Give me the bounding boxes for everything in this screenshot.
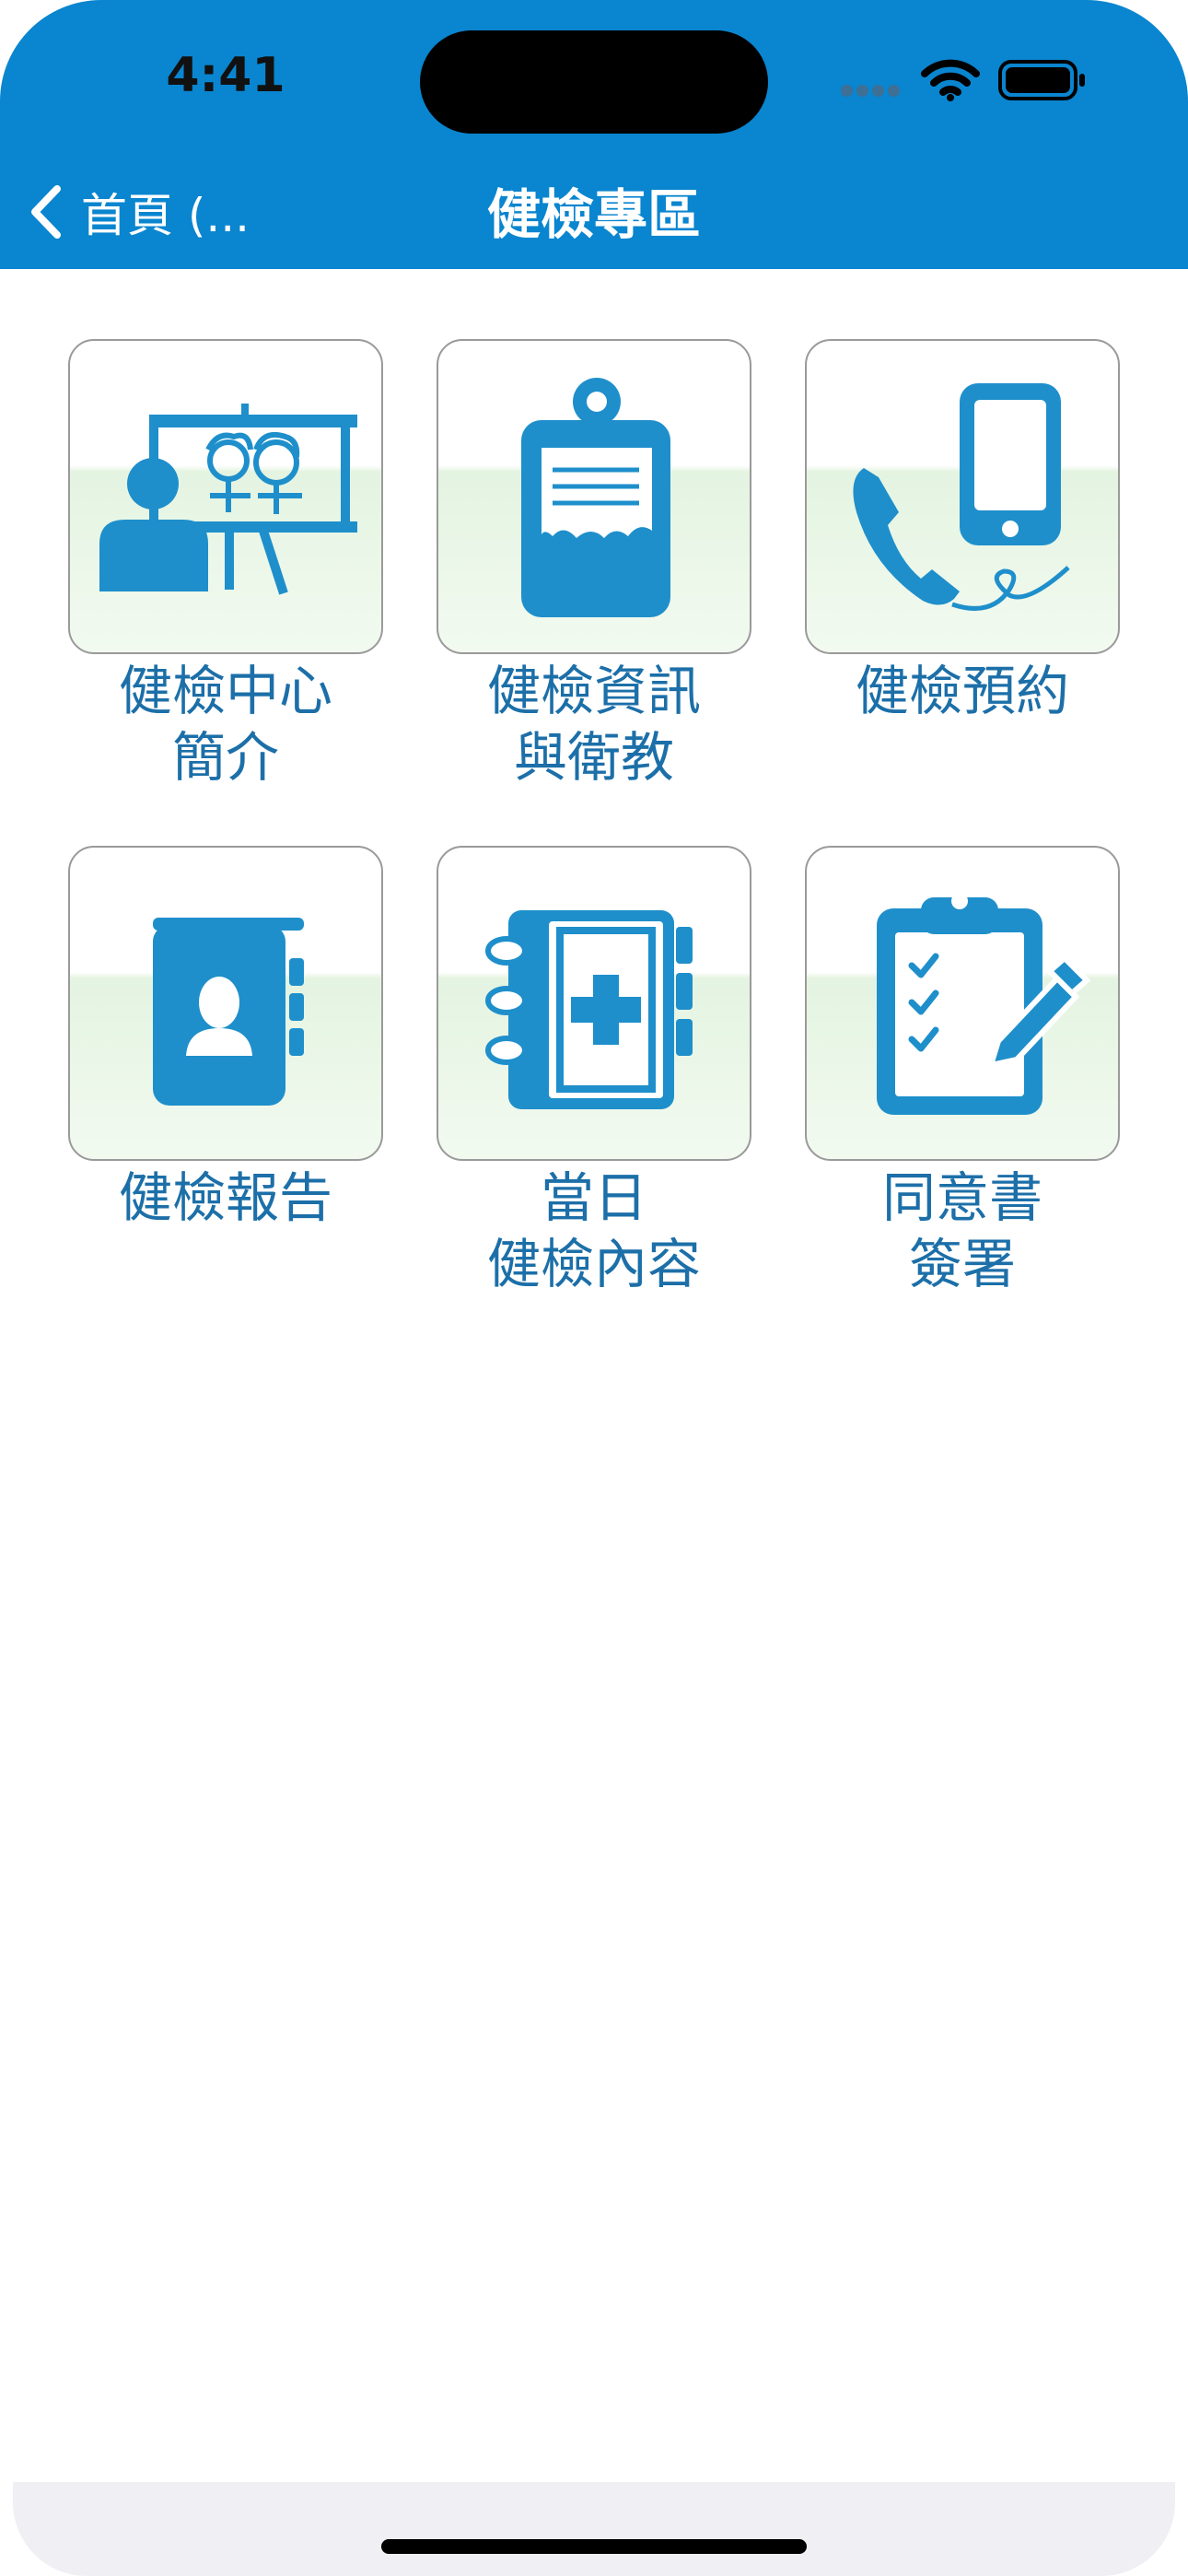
presentation-board-icon <box>99 404 357 595</box>
back-label: 首頁 (... <box>81 189 250 242</box>
tile-icon-box <box>68 846 383 1161</box>
tile-label: 健檢資訊 與衛教 <box>486 660 701 789</box>
tile-icon-box <box>68 339 383 654</box>
medical-notebook-icon <box>485 910 693 1109</box>
tile-label: 同意書 簽署 <box>881 1166 1042 1295</box>
tile-label: 健檢報告 <box>118 1166 332 1229</box>
checklist-sign-icon <box>877 893 1091 1115</box>
tile-health-info-education[interactable]: 健檢資訊 與衛教 <box>437 339 751 846</box>
tile-label: 健檢中心 簡介 <box>118 660 332 789</box>
tile-label: 健檢預約 <box>855 660 1069 722</box>
tile-icon-box <box>437 339 751 654</box>
battery-icon <box>998 60 1085 100</box>
page-title: 健檢專區 <box>486 183 701 246</box>
tile-icon-box <box>437 846 751 1161</box>
bottom-toolbar <box>13 2482 1175 2576</box>
wifi-icon <box>921 59 980 101</box>
back-button[interactable]: 首頁 (... <box>28 175 276 249</box>
status-time: 4:41 <box>166 48 285 103</box>
chevron-left-icon <box>31 185 61 239</box>
tile-health-center-intro[interactable]: 健檢中心 簡介 <box>68 339 383 846</box>
phone-booking-icon <box>853 383 1070 611</box>
clipboard-icon <box>521 378 670 617</box>
tile-health-check-booking[interactable]: 健檢預約 <box>805 339 1120 846</box>
home-indicator[interactable] <box>381 2539 807 2554</box>
navigation-header: 4:41 首頁 (... 健檢專區 <box>0 0 1188 269</box>
feature-grid: 健檢中心 簡介 健檢資訊 與衛教 健檢預約 健檢報告 當日 健檢內容 同意書 簽… <box>68 339 1120 1352</box>
tile-consent-signing[interactable]: 同意書 簽署 <box>805 846 1120 1352</box>
tile-label: 當日 健檢內容 <box>486 1166 701 1295</box>
tile-icon-box <box>805 846 1120 1161</box>
tile-icon-box <box>805 339 1120 654</box>
contact-book-icon <box>153 918 304 1106</box>
tile-same-day-content[interactable]: 當日 健檢內容 <box>437 846 751 1352</box>
tile-health-report[interactable]: 健檢報告 <box>68 846 383 1352</box>
dynamic-island <box>420 30 768 134</box>
